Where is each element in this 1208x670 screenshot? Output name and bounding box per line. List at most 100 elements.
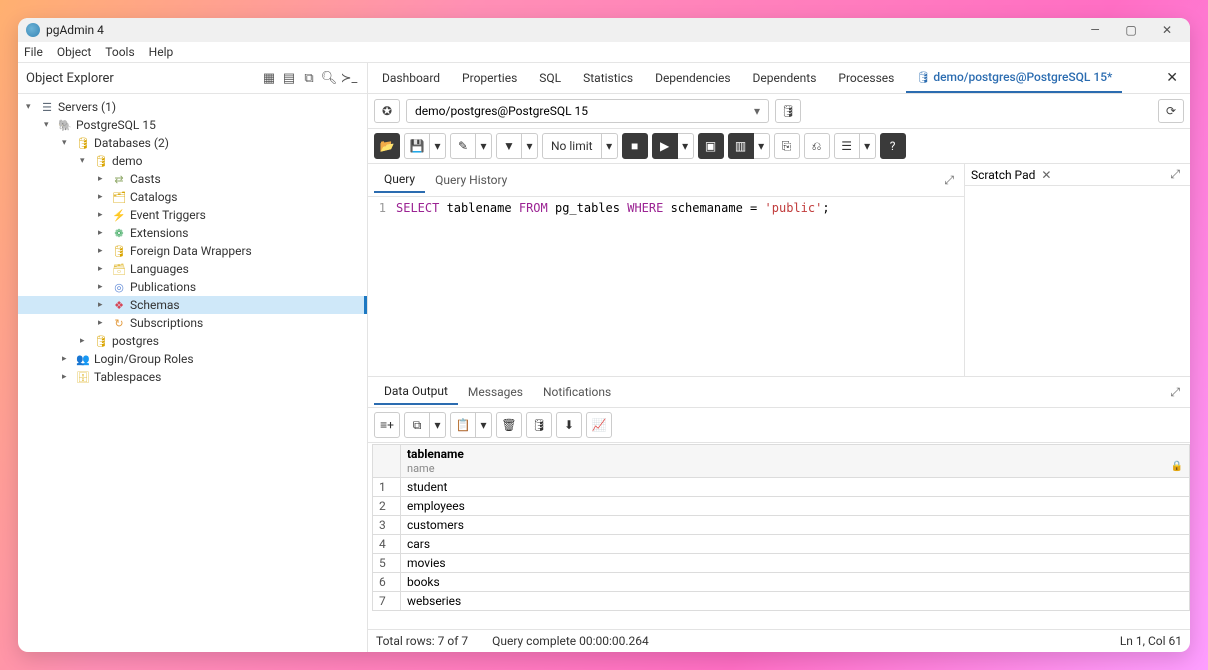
tree-fdw[interactable]: ▸🛢Foreign Data Wrappers [18,242,367,260]
explain-menu-button[interactable]: ▾ [754,133,770,159]
tree-casts[interactable]: ▸⇄Casts [18,170,367,188]
limit-menu-button[interactable]: ▾ [602,133,618,159]
connection-dropdown[interactable]: demo/postgres@PostgreSQL 15 ▾ [406,99,769,123]
save-data-button[interactable]: 🛢 [526,412,552,438]
window-close-button[interactable]: ✕ [1152,23,1182,37]
window-maximize-button[interactable]: ▢ [1116,23,1146,37]
macros-menu-button[interactable]: ▾ [860,133,876,159]
copy-button[interactable]: ⧉ [404,412,430,438]
filter-menu-button[interactable]: ▾ [522,133,538,159]
save-menu-button[interactable]: ▾ [430,133,446,159]
tree-db-demo[interactable]: ▾🛢demo [18,152,367,170]
download-button[interactable]: ⬇ [556,412,582,438]
tree-roles[interactable]: ▸👥Login/Group Roles [18,350,367,368]
tab-dependents[interactable]: Dependents [743,64,827,92]
messages-tab[interactable]: Messages [458,380,533,404]
tab-querytool[interactable]: 🛢demo/postgres@PostgreSQL 15* [906,63,1122,93]
tab-close-button[interactable]: ✕ [1158,70,1186,86]
cell-tablename[interactable]: webseries [401,592,1190,611]
rownum-cell: 1 [373,478,401,497]
expand-output-icon[interactable]: ⤢ [1166,385,1184,400]
tree-db-postgres[interactable]: ▸🛢postgres [18,332,367,350]
object-tree[interactable]: ▾☰Servers (1) ▾🐘PostgreSQL 15 ▾🛢Database… [18,94,367,652]
connection-status-icon[interactable]: ✪ [374,99,400,123]
graph-button[interactable]: 📈 [586,412,612,438]
cell-tablename[interactable]: customers [401,516,1190,535]
tree-databases[interactable]: ▾🛢Databases (2) [18,134,367,152]
tree-languages[interactable]: ▸🗃Languages [18,260,367,278]
window-minimize-button[interactable]: — [1080,23,1110,37]
help-button[interactable]: ? [880,133,906,159]
tab-sql[interactable]: SQL [529,64,571,92]
tab-statistics[interactable]: Statistics [573,64,643,92]
rollback-button[interactable]: ⎌ [804,133,830,159]
execute-button[interactable]: ▶ [652,133,678,159]
table-row[interactable]: 4cars [373,535,1190,554]
execute-menu-button[interactable]: ▾ [678,133,694,159]
tree-tablespaces[interactable]: ▸🗄Tablespaces [18,368,367,386]
macros-button[interactable]: ☰ [834,133,860,159]
tree-servers[interactable]: ▾☰Servers (1) [18,98,367,116]
delete-row-button[interactable]: 🗑 [496,412,522,438]
tab-properties[interactable]: Properties [452,64,527,92]
query-history-tab[interactable]: Query History [425,168,517,192]
data-output-tab[interactable]: Data Output [374,379,458,405]
sql-editor[interactable]: 1 SELECT tablename FROM pg_tables WHERE … [368,197,964,376]
database-icon: 🛢 [94,334,108,348]
table-row[interactable]: 1student [373,478,1190,497]
commit-button[interactable]: ⎘ [774,133,800,159]
explorer-search-icon[interactable]: 🔍︎ [319,68,339,88]
menu-tools[interactable]: Tools [105,45,134,59]
cell-tablename[interactable]: employees [401,497,1190,516]
new-connection-button[interactable]: 🛢 [775,99,801,123]
tree-publications[interactable]: ▸◎Publications [18,278,367,296]
tree-event-triggers[interactable]: ▸⚡Event Triggers [18,206,367,224]
explorer-btn-1-icon[interactable]: ▦ [259,68,279,88]
paste-menu-button[interactable]: ▾ [476,412,492,438]
query-editor-tab[interactable]: Query [374,167,425,193]
menu-file[interactable]: File [24,45,43,59]
expand-editor-icon[interactable]: ⤢ [940,173,958,188]
scratch-close-icon[interactable]: ✕ [1041,168,1051,182]
tree-schemas[interactable]: ▸❖Schemas [18,296,367,314]
menu-object[interactable]: Object [57,45,91,59]
add-row-button[interactable]: ≡+ [374,412,400,438]
tab-dependencies[interactable]: Dependencies [645,64,740,92]
cell-tablename[interactable]: cars [401,535,1190,554]
menu-help[interactable]: Help [149,45,174,59]
explain-button[interactable]: ▣ [698,133,724,159]
table-row[interactable]: 6books [373,573,1190,592]
open-file-button[interactable]: 📂 [374,133,400,159]
table-row[interactable]: 5movies [373,554,1190,573]
tree-extensions[interactable]: ▸❁Extensions [18,224,367,242]
stop-button[interactable]: ■ [622,133,648,159]
explorer-btn-3-icon[interactable]: ⧉ [299,68,319,88]
cell-tablename[interactable]: student [401,478,1190,497]
limit-dropdown[interactable]: No limit [542,133,602,159]
reset-button[interactable]: ⟳ [1158,99,1184,123]
paste-button[interactable]: 📋 [450,412,476,438]
edit-button[interactable]: ✎ [450,133,476,159]
copy-menu-button[interactable]: ▾ [430,412,446,438]
tree-catalogs[interactable]: ▸🗂Catalogs [18,188,367,206]
save-button[interactable]: 💾 [404,133,430,159]
table-row[interactable]: 7webseries [373,592,1190,611]
tree-subscriptions[interactable]: ▸↻Subscriptions [18,314,367,332]
explorer-btn-2-icon[interactable]: ▤ [279,68,299,88]
filter-button[interactable]: ▼ [496,133,522,159]
tree-pg15[interactable]: ▾🐘PostgreSQL 15 [18,116,367,134]
tab-processes[interactable]: Processes [828,64,904,92]
table-row[interactable]: 2employees [373,497,1190,516]
cell-tablename[interactable]: movies [401,554,1190,573]
tab-dashboard[interactable]: Dashboard [372,64,450,92]
edit-menu-button[interactable]: ▾ [476,133,492,159]
explain-analyze-button[interactable]: ▥ [728,133,754,159]
cell-tablename[interactable]: books [401,573,1190,592]
result-grid[interactable]: tablename name 🔒 1student2employees3cust… [372,444,1190,611]
scratch-pad-body[interactable] [965,186,1190,376]
expand-scratch-icon[interactable]: ⤢ [1166,167,1184,182]
explorer-terminal-icon[interactable]: ≻_ [339,68,359,88]
column-header-tablename[interactable]: tablename name 🔒 [401,445,1190,478]
notifications-tab[interactable]: Notifications [533,380,621,404]
table-row[interactable]: 3customers [373,516,1190,535]
